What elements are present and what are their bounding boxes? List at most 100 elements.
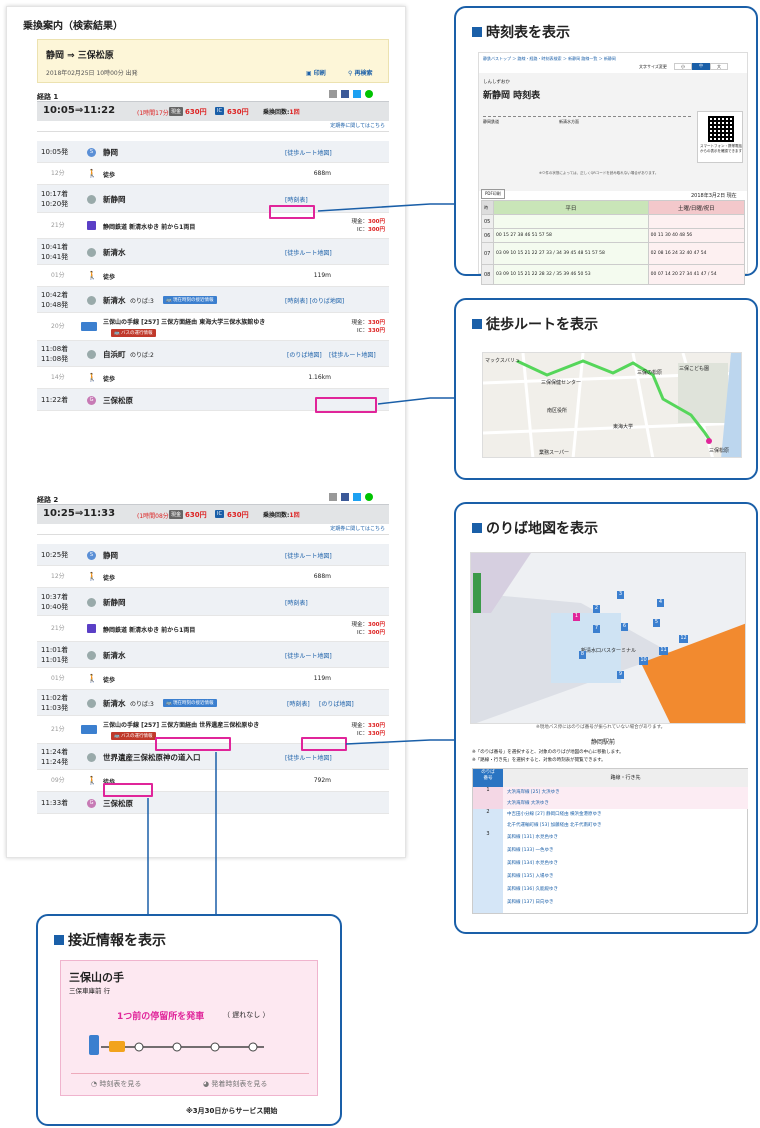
- highlight-timetable: [269, 205, 315, 219]
- station-link[interactable]: [徒歩ルート地図]: [285, 248, 332, 257]
- highlight-walk-route: [315, 397, 377, 413]
- station-link[interactable]: [時刻表]: [287, 699, 310, 708]
- noriba-map[interactable]: 新清水口バスターミナル 1 2 3 4 5 6 7 8 9 10 11 12: [470, 552, 746, 724]
- start-icon: S: [87, 147, 96, 157]
- approach-card: 三保山の手 三保車庫前 行 1つ前の停留所を発車 （ 遅れなし ） ◔ 時刻表を…: [60, 960, 318, 1096]
- facebook-icon[interactable]: [341, 90, 349, 98]
- walk-route-map[interactable]: マックスバリュ 三保保健センター 南区役所 三保こども園 三保の松原 業務スーパ…: [482, 352, 742, 458]
- twitter-icon[interactable]: [353, 90, 361, 98]
- mail-icon[interactable]: [329, 90, 337, 98]
- qr-box: スマートフォン・携帯電話からの表示を確認できます: [697, 111, 743, 163]
- line-icon[interactable]: [365, 493, 373, 501]
- line-icon[interactable]: [365, 90, 373, 98]
- approach-info-button[interactable]: 🚌 現在時刻の接近情報: [163, 699, 217, 707]
- station-row: 10:05発 S 静岡 [徒歩ルート地図]: [37, 141, 389, 163]
- text-size-large[interactable]: 大: [710, 63, 728, 70]
- segment-fare: 現金：330円 IC：330円: [351, 723, 386, 737]
- station-link[interactable]: [時刻表]: [285, 598, 308, 607]
- timetable-panel-title: 時刻表を表示: [472, 22, 570, 42]
- walk-distance: 119m: [313, 675, 331, 682]
- approach-status: 1つ前の停留所を発車: [117, 1012, 205, 1022]
- highlight-noriba-map: [301, 737, 347, 751]
- timetable-date: 2018年3月2日 現在: [691, 193, 737, 199]
- twitter-icon[interactable]: [353, 493, 361, 501]
- station-row: 11:01着 11:01発 新清水 [徒歩ルート地図]: [37, 642, 389, 668]
- timetable-breadcrumb[interactable]: 静鉄バストップ ＞ 路線・経路・時刻表検索 ＞ 新静岡 路線一覧 ＞ 新静岡: [483, 56, 616, 62]
- bus-icon: [81, 322, 97, 331]
- station-link[interactable]: [徒歩ルート地図]: [285, 148, 332, 157]
- segment-label: 三保山の手線 [257] 三保方面経由 東海大学三保水族館ゆき: [103, 319, 266, 326]
- text-size-medium[interactable]: 中: [692, 63, 710, 70]
- segment-fare: 現金：330円 IC：330円: [351, 320, 386, 334]
- page-title: 乗換案内（検索結果）: [23, 21, 123, 32]
- search-result-page: 乗換案内（検索結果） 静岡 ⇒ 三保松原 2018年02月25日 10時00分 …: [6, 6, 406, 858]
- highlight-bus-status: [103, 783, 153, 797]
- walk-panel-title: 徒歩ルートを表示: [472, 314, 598, 334]
- station-link[interactable]: [時刻表] [のりば地図]: [285, 296, 344, 305]
- timetable-screenshot: 静鉄バストップ ＞ 路線・経路・時刻表検索 ＞ 新静岡 路線一覧 ＞ 新静岡 文…: [478, 52, 748, 285]
- station-name: 新清水: [103, 651, 126, 660]
- printer-icon: ▣: [306, 70, 312, 77]
- teiki-link[interactable]: 定期券に関してはこちら: [37, 122, 389, 132]
- noriba-map-panel: のりば地図を表示 新清水口バスターミナル 1 2 3 4 5 6 7 8 9 1…: [454, 502, 758, 934]
- approach-progress-icon: [89, 1035, 264, 1055]
- train-icon: [87, 221, 96, 230]
- facebook-icon[interactable]: [341, 493, 349, 501]
- query-route: 静岡 ⇒ 三保松原: [46, 51, 114, 61]
- mail-icon[interactable]: [329, 493, 337, 501]
- station-name: 世界遺産三保松原神の道入口: [103, 753, 201, 762]
- text-size-small[interactable]: 小: [674, 63, 692, 70]
- station-name: 新清水: [103, 248, 126, 257]
- walk-icon: 🚶: [87, 572, 97, 581]
- station-row: 10:41着 10:41発 新清水 [徒歩ルート地図]: [37, 239, 389, 265]
- stop-icon: [87, 752, 96, 762]
- station-link[interactable]: [時刻表]: [285, 195, 308, 204]
- station-link[interactable]: [徒歩ルート地図]: [285, 753, 332, 762]
- pdf-print-button[interactable]: PDF印刷: [481, 189, 505, 199]
- highlight-approach-info: [155, 737, 231, 751]
- noriba-panel-title: のりば地図を表示: [472, 518, 598, 538]
- station-name: 新静岡: [103, 598, 126, 607]
- station-link[interactable]: [徒歩ルート地図]: [285, 651, 332, 660]
- walk-route-panel: 徒歩ルートを表示 マックスバリュ 三保保健センター 南区役所 三保こども園 三保…: [454, 298, 758, 480]
- station-link[interactable]: [徒歩ルート地図]: [285, 551, 332, 560]
- timetable-panel: 時刻表を表示 静鉄バストップ ＞ 路線・経路・時刻表検索 ＞ 新静岡 路線一覧 …: [454, 6, 758, 285]
- noriba-station: 静岡駅前: [591, 739, 616, 746]
- view-departure-timetable-button[interactable]: ◕ 発着時刻表を見る: [203, 1079, 267, 1089]
- station-link-2[interactable]: [徒歩ルート地図]: [329, 350, 376, 359]
- segment-label: 三保山の手線 [257] 三保方面経由 世界遺産三保松原ゆき: [103, 722, 260, 729]
- teiki-link[interactable]: 定期券に関してはこちら: [37, 525, 389, 535]
- print-button[interactable]: ▣ 印刷: [306, 68, 326, 77]
- direction: 新清水方面: [559, 119, 579, 124]
- approach-info-panel: 接近情報を表示 三保山の手 三保車庫前 行 1つ前の停留所を発車 （ 遅れなし …: [36, 914, 342, 1126]
- qr-code-icon: [708, 116, 734, 142]
- segment-row: 20分 三保山の手線 [257] 三保方面経由 東海大学三保水族館ゆき 🚌 バスの運…: [37, 313, 389, 341]
- station-row: 10:17着 10:20発 新静岡 [時刻表]: [37, 185, 389, 213]
- segment-row: 01分 🚶 徒歩 119m: [37, 265, 389, 287]
- clock-icon: ◕: [203, 1080, 210, 1088]
- station-link[interactable]: [のりば地図]: [287, 350, 322, 359]
- station-name: 三保松原: [103, 799, 133, 808]
- segment-label: 静岡鉄道 新清水ゆき 前から1両目: [103, 627, 196, 634]
- stop-icon: [87, 194, 96, 204]
- bus-status-button[interactable]: 🚌 バスの運行情報: [111, 329, 156, 337]
- approach-info-button[interactable]: 🚌 現在時刻の接近情報: [163, 296, 217, 304]
- clock-icon: ◔: [91, 1080, 98, 1088]
- station-link-2[interactable]: [のりば地図]: [319, 699, 354, 708]
- goal-icon: G: [87, 798, 96, 808]
- train-icon: [87, 624, 96, 633]
- route-header: 10:25⇒11:33 (1時間08分) 現金 630円 IC 630円 乗換回…: [37, 504, 389, 524]
- walk-distance: 688m: [313, 170, 331, 177]
- approach-delay: （ 遅れなし ）: [223, 1011, 270, 1019]
- view-timetable-button[interactable]: ◔ 時刻表を見る: [91, 1079, 141, 1089]
- walk-distance: 792m: [313, 777, 331, 784]
- bus-status-button[interactable]: 🚌 バスの運行情報: [111, 732, 156, 740]
- station-name: 静岡: [103, 551, 118, 560]
- walk-icon: 🚶: [87, 373, 97, 382]
- station-name: 自浜町: [103, 350, 126, 359]
- segment-row: 12分 🚶 徒歩 688m: [37, 163, 389, 185]
- goal-icon: G: [87, 395, 96, 405]
- research-button[interactable]: ⚲ 再検索: [348, 68, 373, 77]
- station-row: 10:25発 S 静岡 [徒歩ルート地図]: [37, 544, 389, 566]
- walk-icon: 🚶: [87, 674, 97, 683]
